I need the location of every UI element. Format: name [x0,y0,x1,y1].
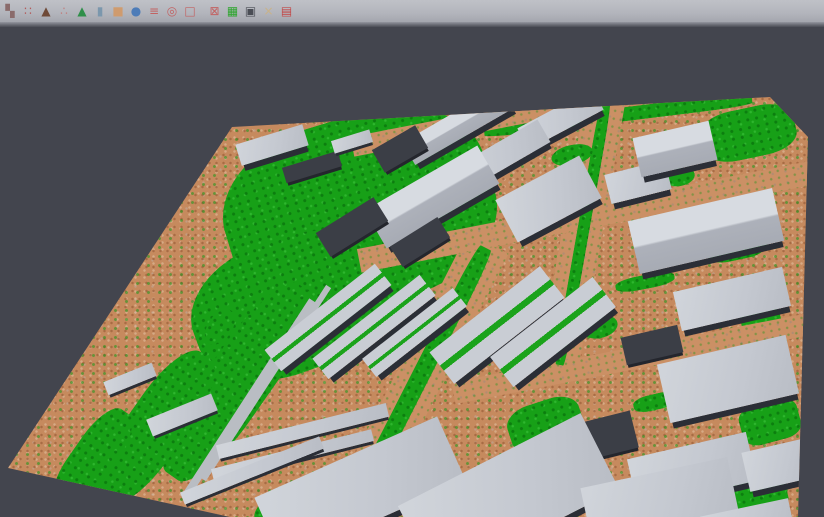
building [316,197,389,257]
viewport-3d[interactable] [0,27,824,517]
rail-line [184,298,316,495]
hourglass-icon[interactable]: × [261,4,276,19]
building [517,88,603,149]
building [446,119,550,194]
vegetation-patch [81,339,229,516]
street [350,87,609,156]
building [627,432,757,508]
point-cloud-terrain [0,27,824,517]
vegetation-patch [614,269,676,294]
layers-icon[interactable]: ▤ [279,4,294,19]
building [235,124,308,166]
toolbar: ▚∷▲∴▲▮■●≡◎□⊠▦▣×▤ [0,0,824,22]
street [539,86,627,369]
camera-view-icon[interactable]: ▣ [243,4,258,19]
building [397,413,618,517]
building [103,363,156,395]
building [265,263,392,370]
building [331,129,373,153]
building [312,275,435,379]
building [390,217,450,267]
building [402,85,515,165]
building [700,498,796,517]
building [621,325,684,365]
vegetation-patch [203,82,517,343]
clip-region-icon[interactable]: ⊠ [207,4,222,19]
building [254,416,465,517]
building [146,394,218,437]
building [741,438,814,492]
building [673,267,791,331]
vegetation-patch [483,92,753,139]
vegetation-patch [42,400,142,517]
settings-ring-icon[interactable]: ◎ [165,4,180,19]
vegetation-patch [580,312,620,343]
building [604,160,671,204]
vegetation-patch [333,447,387,486]
building [430,266,565,384]
classify-points-icon[interactable]: ∷ [21,4,36,19]
vegetation-patch [488,301,522,328]
rail-line [201,285,331,481]
vegetation-patch [737,299,791,365]
building [362,288,467,377]
building [628,188,784,274]
vegetation-layer-icon[interactable]: ▲ [75,4,90,19]
building [657,335,799,423]
building [365,145,500,248]
select-points-icon[interactable]: ▚ [3,4,18,19]
building [180,436,324,504]
vegetation-patch [549,141,594,170]
vegetation-patch [146,269,330,494]
select-extent-icon[interactable]: □ [183,4,198,19]
building [633,121,718,178]
vegetation-patch [554,98,613,366]
vegetation-patch [703,224,770,266]
street [357,161,813,272]
building [215,403,388,459]
street [331,233,508,517]
log-list-icon[interactable]: ≡ [147,4,162,19]
building [581,411,639,460]
vegetation-patch [346,244,494,511]
building [580,457,739,517]
building [372,125,428,173]
vegetation-patch [663,165,696,189]
building [210,429,373,481]
thin-points-icon[interactable]: ∴ [57,4,72,19]
column-profile-icon[interactable]: ▮ [93,4,108,19]
building [490,277,616,387]
building [282,151,342,183]
street [451,310,824,404]
ground-layer-icon[interactable]: ■ [111,4,126,19]
globe-icon[interactable]: ● [129,4,144,19]
vegetation-patch [199,304,242,351]
building [495,156,601,243]
classified-view-icon[interactable]: ▦ [225,4,240,19]
ground-points [0,27,824,517]
vegetation-patch [173,207,407,402]
terrain-icon[interactable]: ▲ [39,4,54,19]
vegetation-patch [502,391,588,460]
vegetation-patch [632,389,678,414]
vegetation-patch [736,395,804,449]
vegetation-patch [696,99,799,168]
vegetation-patch [608,457,792,517]
vegetation-patch [248,468,352,517]
